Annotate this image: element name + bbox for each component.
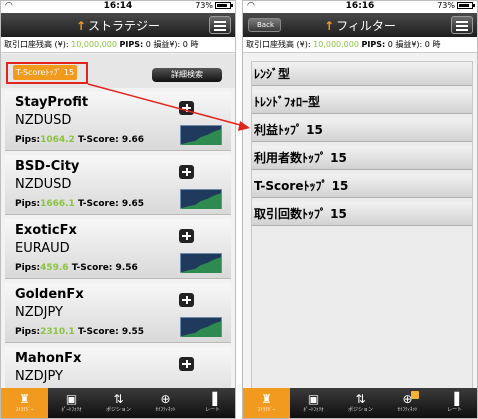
mini-chart [180, 253, 222, 273]
filter-range[interactable]: ﾚﾝｼﾞ型 [252, 62, 472, 86]
menu-button[interactable] [209, 16, 231, 34]
currency-pair: EURAUD [15, 241, 70, 256]
updown-arrows-icon: ⇅ [355, 392, 366, 406]
filter-profit-top15[interactable]: 利益ﾄｯﾌﾟ 15 [252, 118, 472, 142]
battery-icon [215, 2, 233, 9]
briefcase-icon: ▣ [307, 392, 320, 406]
add-strategy-button[interactable] [179, 229, 194, 243]
nav-bar: Back ↑ フィルター [243, 13, 477, 37]
strategy-name: StayProfit [15, 95, 89, 110]
battery-percent: 73% [437, 1, 455, 10]
currency-pair: NZDUSD [15, 113, 72, 128]
pips-value: 1666.1 [40, 199, 75, 209]
tab-bar: ♜ ｽﾄﾗﾃｼﾞｰ ▣ ﾎﾟｰﾄﾌｫﾘｵ ⇅ ポジション ⊕ ｾｲﾌﾃｨﾈｯﾄ … [243, 388, 477, 418]
battery-indicator: 73% [437, 1, 475, 10]
strategy-screen: ◠ 16:14 73% ↑ ストラテジー 取引口座残高 (¥): 10,000,0… [0, 0, 236, 419]
tab-rate[interactable]: ▐ レート [189, 388, 235, 418]
account-info-bar: 取引口座残高 (¥): 10,000,000 PIPS: 0 損益¥): 0 時 [243, 37, 477, 53]
strategy-stats: Pips:2310.1 T-Score: 9.55 [15, 327, 145, 337]
tscore-value: 9.66 [121, 135, 145, 145]
chess-rook-icon: ♜ [261, 392, 272, 406]
logo-icon: ↑ [75, 19, 87, 33]
filter-screen: ◠ 16:16 73% Back ↑ フィルター 取引口座残高 (¥): 10,0… [242, 0, 478, 419]
nav-bar: ↑ ストラテジー [1, 13, 235, 37]
updown-arrows-icon: ⇅ [113, 392, 124, 406]
tscore-value: 9.65 [121, 199, 145, 209]
pips-value: 2310.1 [40, 327, 75, 337]
add-strategy-button[interactable] [179, 293, 194, 307]
tab-strategy[interactable]: ♜ ｽﾄﾗﾃｼﾞｰ [243, 388, 290, 418]
strategy-name: GoldenFx [15, 287, 84, 302]
strategy-stats: Pips:459.6 T-Score: 9.56 [15, 263, 138, 273]
tab-portfolio[interactable]: ▣ ﾎﾟｰﾄﾌｫﾘｵ [290, 388, 337, 418]
page-title: ↑ ストラテジー [75, 19, 161, 33]
battery-percent: 73% [195, 1, 213, 10]
chess-rook-icon: ♜ [19, 392, 30, 406]
strategy-name: BSD-City [15, 159, 80, 174]
tab-bar: ♜ ｽﾄﾗﾃｼﾞｰ ▣ ﾎﾟｰﾄﾌｫﾘｵ ⇅ ポジション ⊕ ｾｲﾌﾃｨﾈｯﾄ … [1, 388, 235, 418]
currency-pair: NZDJPY [15, 369, 63, 384]
mini-chart [180, 189, 222, 209]
target-icon: ⊕ [402, 392, 413, 406]
tab-safetynet[interactable]: ⊕ ｾｲﾌﾃｨﾈｯﾄ [142, 388, 189, 418]
briefcase-icon: ▣ [65, 392, 78, 406]
page-title: ↑ フィルター [324, 19, 396, 33]
detail-search-button[interactable]: 詳細検索 [152, 68, 222, 82]
logo-icon: ↑ [324, 19, 335, 33]
battery-indicator: 73% [195, 1, 233, 10]
tab-rate[interactable]: ▐ レート [431, 388, 477, 418]
strategy-name: MahonFx [15, 351, 82, 366]
tab-portfolio[interactable]: ▣ ﾎﾟｰﾄﾌｫﾘｵ [48, 388, 95, 418]
mini-chart [180, 317, 222, 337]
status-bar: ◠ 16:14 73% [1, 1, 235, 13]
target-icon: ⊕ [160, 392, 171, 406]
status-bar: ◠ 16:16 73% [243, 1, 477, 13]
tscore-value: 9.55 [121, 327, 145, 337]
filter-list: ﾚﾝｼﾞ型 ﾄﾚﾝﾄﾞﾌｫﾛｰ型 利益ﾄｯﾌﾟ 15 利用者数ﾄｯﾌﾟ 15 T… [251, 61, 473, 391]
filter-trend-follow[interactable]: ﾄﾚﾝﾄﾞﾌｫﾛｰ型 [252, 90, 472, 114]
strategy-card[interactable]: GoldenFx NZDJPY Pips:2310.1 T-Score: 9.55 [5, 283, 231, 343]
add-strategy-button[interactable] [179, 165, 194, 179]
tab-strategy[interactable]: ♜ ｽﾄﾗﾃｼﾞｰ [1, 388, 48, 418]
strategy-card[interactable]: ExoticFx EURAUD Pips:459.6 T-Score: 9.56 [5, 219, 231, 279]
mini-chart [180, 125, 222, 145]
filter-users-top15[interactable]: 利用者数ﾄｯﾌﾟ 15 [252, 146, 472, 170]
tab-position[interactable]: ⇅ ポジション [95, 388, 142, 418]
strategy-card[interactable]: BSD-City NZDUSD Pips:1666.1 T-Score: 9.65 [5, 155, 231, 215]
strategy-name: ExoticFx [15, 223, 77, 238]
strategy-stats: Pips:1666.1 T-Score: 9.65 [15, 199, 145, 209]
add-strategy-button[interactable] [179, 357, 194, 371]
currency-pair: NZDUSD [15, 177, 72, 192]
filter-trades-top15[interactable]: 取引回数ﾄｯﾌﾟ 15 [252, 202, 472, 226]
menu-button[interactable] [451, 16, 473, 34]
battery-icon [457, 2, 475, 9]
tscore-value: 9.56 [115, 263, 138, 273]
highlight-box [6, 62, 88, 84]
tab-position[interactable]: ⇅ ポジション [337, 388, 384, 418]
tab-safetynet[interactable]: ⊕ ｾｲﾌﾃｨﾈｯﾄ [384, 388, 431, 418]
account-info-bar: 取引口座残高 (¥): 10,000,000 PIPS: 0 損益¥): 0 時 [1, 37, 235, 53]
sort-toolbar: T-Scoreﾄｯﾌﾟ 15 詳細検索 [1, 54, 235, 88]
bar-chart-icon: ▐ [207, 392, 218, 406]
pips-value: 459.6 [40, 263, 69, 273]
add-strategy-button[interactable] [179, 101, 194, 115]
strategy-card[interactable]: StayProfit NZDUSD Pips:1064.2 T-Score: 9.6… [5, 91, 231, 151]
notification-badge [411, 391, 419, 399]
bar-chart-icon: ▐ [449, 392, 460, 406]
pips-value: 1064.2 [40, 135, 75, 145]
currency-pair: NZDJPY [15, 305, 63, 320]
strategy-stats: Pips:1064.2 T-Score: 9.66 [15, 135, 145, 145]
filter-tscore-top15[interactable]: T-Scoreﾄｯﾌﾟ 15 [252, 174, 472, 198]
